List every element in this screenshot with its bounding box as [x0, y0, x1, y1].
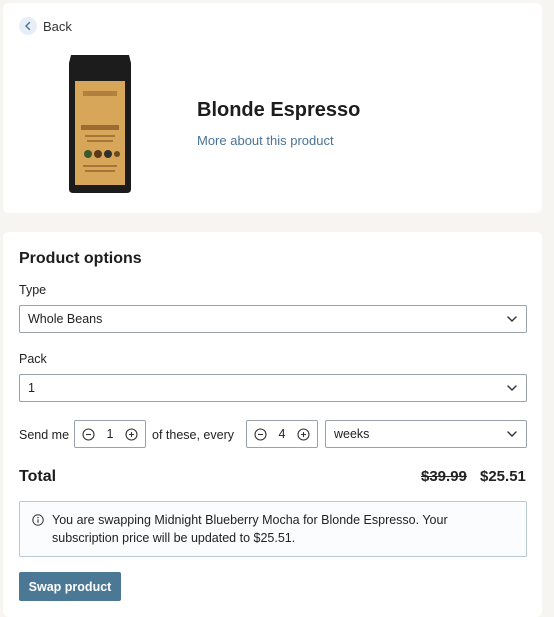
more-about-product-link[interactable]: More about this product	[197, 133, 334, 148]
swap-notice-text: You are swapping Midnight Blueberry Moch…	[52, 513, 448, 545]
back-label: Back	[43, 18, 72, 34]
chevron-down-icon	[507, 431, 517, 437]
swap-product-button[interactable]: Swap product	[19, 572, 121, 601]
product-image	[65, 51, 135, 195]
interval-stepper: 4	[246, 420, 318, 448]
original-price: $39.99	[421, 468, 467, 485]
section-title: Product options	[19, 250, 142, 267]
info-icon	[32, 514, 44, 526]
increase-quantity-button[interactable]	[125, 427, 139, 441]
type-select-value: Whole Beans	[28, 312, 103, 326]
interval-unit-select[interactable]: weeks	[325, 420, 527, 448]
swap-notice: You are swapping Midnight Blueberry Moch…	[19, 501, 527, 557]
pack-label: Pack	[19, 352, 47, 366]
plus-circle-icon	[297, 427, 311, 441]
plus-circle-icon	[125, 427, 139, 441]
interval-value[interactable]: 4	[279, 427, 286, 441]
minus-circle-icon	[81, 427, 95, 441]
back-link[interactable]: Back	[19, 17, 72, 35]
quantity-value[interactable]: 1	[107, 427, 114, 441]
of-these-every-label: of these, every	[152, 428, 234, 442]
product-title: Blonde Espresso	[197, 99, 361, 121]
chevron-down-icon	[507, 316, 517, 322]
interval-unit-value: weeks	[334, 427, 370, 441]
type-label: Type	[19, 283, 47, 297]
increase-interval-button[interactable]	[297, 427, 311, 441]
chevron-down-icon	[507, 385, 517, 391]
product-card: Back Blonde Espresso More about this pro…	[3, 3, 542, 213]
chevron-left-icon	[19, 17, 37, 35]
minus-circle-icon	[253, 427, 267, 441]
product-options-card: Product options Type Whole Beans Pack 1 …	[3, 232, 542, 617]
discounted-price: $25.51	[480, 468, 526, 485]
type-select[interactable]: Whole Beans	[19, 305, 527, 333]
total-label: Total	[19, 468, 57, 485]
pack-select-value: 1	[28, 381, 35, 395]
quantity-stepper: 1	[74, 420, 146, 448]
pack-select[interactable]: 1	[19, 374, 527, 402]
send-me-label: Send me	[19, 428, 70, 442]
decrease-quantity-button[interactable]	[81, 427, 95, 441]
decrease-interval-button[interactable]	[253, 427, 267, 441]
